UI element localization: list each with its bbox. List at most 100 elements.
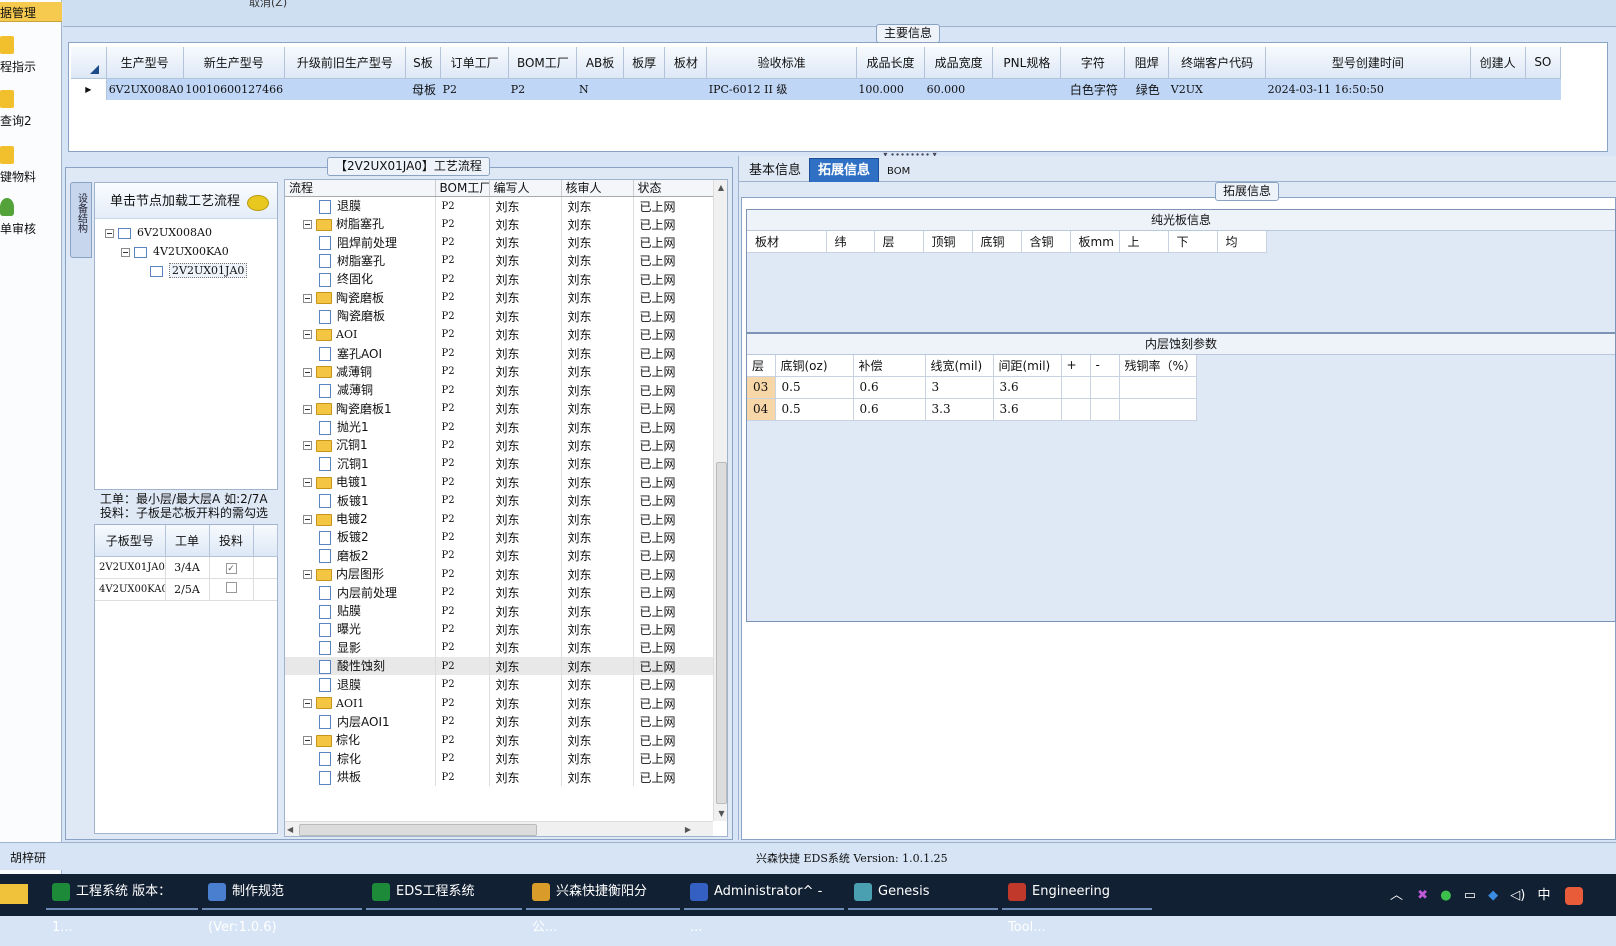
collapse-icon[interactable] <box>303 293 312 303</box>
feed-checkbox[interactable]: ✓ <box>209 556 254 579</box>
main-info-col-header[interactable]: 升级前旧生产型号 <box>284 47 406 79</box>
network-icon[interactable]: ▭ <box>1464 888 1476 903</box>
x-tray-icon[interactable]: ✖ <box>1417 888 1428 903</box>
collapse-icon[interactable] <box>303 478 312 488</box>
main-info-col-header[interactable]: 订单工厂 <box>440 47 510 79</box>
flow-step[interactable]: 阻焊前处理 <box>285 233 436 252</box>
main-info-row[interactable]: ▶ 6V2UX008A0 10010600127466 母板 P2 P2 N IPC-6012… <box>71 78 1561 100</box>
etch-cell[interactable]: 0.5 <box>775 376 854 399</box>
taskbar-item[interactable]: 制作规范 (Ver:1.0.6) <box>202 874 362 935</box>
main-info-cell[interactable]: 6V2UX008A0 <box>106 78 184 100</box>
collapse-icon[interactable] <box>303 736 312 746</box>
taskbar-item[interactable]: EDS工程系统 <box>366 874 522 910</box>
etch-cell[interactable] <box>1119 376 1197 399</box>
etch-cell[interactable]: 3.6 <box>993 376 1062 399</box>
flow-step[interactable]: 树脂塞孔 <box>285 215 436 234</box>
main-info-cell[interactable]: 白色字符 <box>1061 78 1125 100</box>
flow-row[interactable]: 沉铜1 P2 刘东 刘东 已上网 <box>285 436 714 455</box>
etch-cell[interactable]: 3 <box>925 376 994 399</box>
flow-row[interactable]: 退膜 P2 刘东 刘东 已上网 <box>285 675 714 694</box>
flow-step[interactable]: 陶瓷磨板 <box>285 306 436 326</box>
etch-cell[interactable] <box>1090 398 1120 421</box>
flow-step[interactable]: 电镀2 <box>285 509 436 529</box>
flow-step[interactable]: 磨板2 <box>285 546 436 566</box>
flow-row[interactable]: 抛光1 P2 刘东 刘东 已上网 <box>285 417 714 437</box>
main-info-cell[interactable]: 母板 <box>405 78 440 100</box>
flow-row[interactable]: 板镀1 P2 刘东 刘东 已上网 <box>285 491 714 510</box>
collapse-icon[interactable] <box>303 330 312 340</box>
flow-col-header[interactable]: 流程 <box>285 180 436 197</box>
flow-step[interactable]: AOI <box>285 325 436 345</box>
flow-row[interactable]: 内层前处理 P2 刘东 刘东 已上网 <box>285 583 714 602</box>
flow-step[interactable]: 减薄铜 <box>285 381 436 400</box>
flow-step[interactable]: 退膜 <box>285 196 436 215</box>
flow-row[interactable]: 电镀2 P2 刘东 刘东 已上网 <box>285 509 714 529</box>
flow-vscroll[interactable]: ▲ ▼ <box>713 180 727 821</box>
flow-step[interactable]: 内层图形 <box>285 565 436 584</box>
flow-step[interactable]: 曝光 <box>285 620 436 639</box>
etch-col-header[interactable]: 补偿 <box>853 355 926 377</box>
flow-step[interactable]: 内层AOI1 <box>285 712 436 732</box>
flow-row[interactable]: 沉铜1 P2 刘东 刘东 已上网 <box>285 454 714 474</box>
tree-node[interactable]: 4V2UX00KA0 <box>95 242 277 261</box>
etch-row[interactable]: 04 0.5 0.6 3.3 3.6 <box>747 398 1197 421</box>
optical-col-header[interactable]: 层 <box>874 231 924 253</box>
flow-step[interactable]: 终固化 <box>285 270 436 289</box>
optical-col-header[interactable]: 纬 <box>826 231 875 253</box>
main-info-cell[interactable]: 2024-03-11 16:50:50 <box>1266 78 1471 100</box>
collapse-icon[interactable] <box>303 367 312 377</box>
tab-0[interactable]: 基本信息 <box>741 159 809 183</box>
flow-step[interactable]: 沉铜1 <box>285 436 436 455</box>
main-info-cell[interactable] <box>1525 78 1560 100</box>
flow-row[interactable]: 树脂塞孔 P2 刘东 刘东 已上网 <box>285 215 714 234</box>
start-icon[interactable] <box>0 884 28 904</box>
flow-col-header[interactable]: 编写人 <box>489 180 562 197</box>
main-info-cell[interactable] <box>623 78 665 100</box>
flow-row[interactable]: 阻焊前处理 P2 刘东 刘东 已上网 <box>285 233 714 252</box>
flow-row[interactable]: AOI1 P2 刘东 刘东 已上网 <box>285 693 714 713</box>
collapse-icon[interactable] <box>303 570 312 580</box>
flow-col-header[interactable]: 核审人 <box>561 180 634 197</box>
etch-cell[interactable]: 0.5 <box>775 398 854 421</box>
flow-row[interactable]: 棕化 P2 刘东 刘东 已上网 <box>285 731 714 750</box>
main-info-col-header[interactable]: 阻焊 <box>1124 47 1170 79</box>
optical-col-header[interactable]: 上 <box>1119 231 1169 253</box>
flow-step[interactable]: 显影 <box>285 638 436 657</box>
main-info-col-header[interactable]: 创建人 <box>1470 47 1526 79</box>
main-info-cell[interactable]: 60.000 <box>925 78 993 100</box>
wechat-icon[interactable]: ● <box>1440 888 1451 903</box>
etch-cell[interactable]: 3.3 <box>925 398 994 421</box>
optical-col-header[interactable]: 均 <box>1217 231 1267 253</box>
sidebar-item-2[interactable]: 查询2 <box>0 90 62 138</box>
flow-step[interactable]: 塞孔AOI <box>285 344 436 363</box>
flow-step[interactable]: 电镀1 <box>285 473 436 492</box>
flow-row[interactable]: 显影 P2 刘东 刘东 已上网 <box>285 638 714 657</box>
etch-col-header[interactable]: 层 <box>747 355 776 377</box>
flow-step[interactable]: 陶瓷磨板1 <box>285 399 436 418</box>
main-info-col-header[interactable]: S板 <box>405 47 442 79</box>
etch-cell[interactable] <box>1090 376 1120 399</box>
main-info-col-header[interactable]: 新生产型号 <box>183 47 285 79</box>
flow-step[interactable]: 抛光1 <box>285 417 436 437</box>
flow-row[interactable]: 酸性蚀刻 P2 刘东 刘东 已上网 <box>285 656 714 676</box>
collapse-icon[interactable] <box>303 515 312 525</box>
scroll-left-icon[interactable]: ◀ <box>287 822 293 836</box>
main-info-cell[interactable] <box>284 78 405 100</box>
flow-row[interactable]: 磨板2 P2 刘东 刘东 已上网 <box>285 546 714 566</box>
flow-row[interactable]: 内层图形 P2 刘东 刘东 已上网 <box>285 565 714 584</box>
etch-col-header[interactable]: 线宽(mil) <box>925 355 994 377</box>
etch-col-header[interactable]: + <box>1061 355 1091 377</box>
feed-checkbox[interactable] <box>209 578 254 601</box>
flow-step[interactable]: 棕化 <box>285 749 436 768</box>
optical-col-header[interactable]: 板mm <box>1070 231 1120 253</box>
etch-cell[interactable]: 04 <box>747 398 776 421</box>
taskbar-item[interactable]: Genesis <box>848 874 998 910</box>
main-info-col-header[interactable]: 板材 <box>664 47 708 79</box>
main-info-col-header[interactable]: 型号创建时间 <box>1265 47 1471 79</box>
taskbar-item[interactable]: Engineering Tool... <box>1002 874 1152 935</box>
scroll-right-icon[interactable]: ▶ <box>685 822 691 836</box>
etch-col-header[interactable]: 底铜(oz) <box>775 355 854 377</box>
flow-row[interactable]: AOI P2 刘东 刘东 已上网 <box>285 325 714 345</box>
main-info-cell[interactable]: P2 <box>441 78 509 100</box>
collapse-icon[interactable] <box>303 220 312 230</box>
